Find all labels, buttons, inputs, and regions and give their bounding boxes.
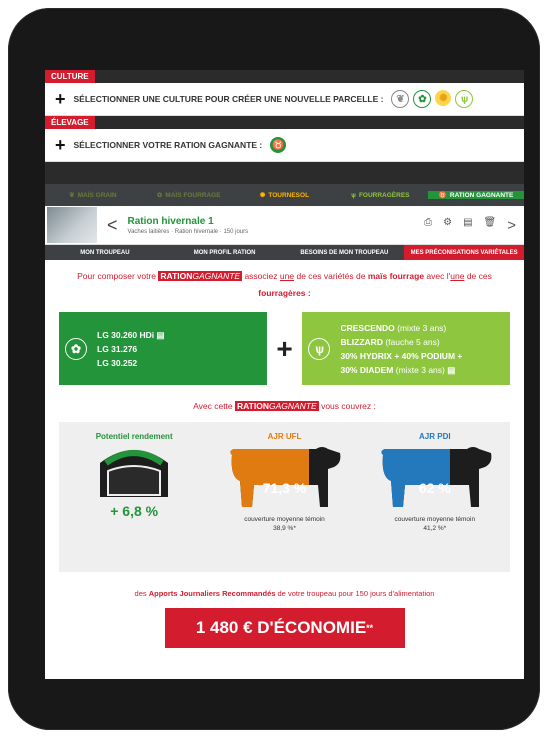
pdi-caption: couverture moyenne témoin 41,2 %* <box>394 516 476 532</box>
plant-icon[interactable]: ✿ <box>413 90 432 108</box>
plus-icon: + <box>276 332 293 364</box>
subtab-mon-troupeau[interactable]: MON TROUPEAU <box>45 245 165 260</box>
culture-tag: CULTURE <box>45 70 95 83</box>
fourrageres-card: ѱ CRESCENDO (mixte 3 ans) BLIZZARD (fauc… <box>302 312 511 385</box>
tab-mais-grain[interactable]: ❦ MAÏS GRAIN <box>45 191 141 200</box>
tab-mais-fourrage[interactable]: ✿ MAÏS FOURRAGE <box>141 191 237 200</box>
pdi-title: AJR PDI <box>419 432 451 441</box>
ration-subtabs: MON TROUPEAU MON PROFIL RATION BESOINS D… <box>45 245 524 260</box>
ufl-title: AJR UFL <box>267 432 302 441</box>
fourragere-item[interactable]: BLIZZARD (fauche 5 ans) <box>340 335 462 349</box>
variety-item[interactable]: LG 31.276 <box>97 342 165 356</box>
subtab-besoins[interactable]: BESOINS DE MON TROUPEAU <box>285 245 405 260</box>
rendement-stat: Potentiel rendement + 6,8 % <box>59 422 209 572</box>
ration-header: < Ration hivernale 1 Vaches laitières · … <box>45 206 524 245</box>
subtab-profil-ration[interactable]: MON PROFIL RATION <box>165 245 285 260</box>
culture-select-row[interactable]: + SÉLECTIONNER UNE CULTURE POUR CRÉER UN… <box>45 83 524 116</box>
leaf-icon: ❦ <box>69 192 75 199</box>
app-screen: CULTURE + SÉLECTIONNER UNE CULTURE POUR … <box>45 70 524 679</box>
document-icon[interactable]: ▤ <box>157 330 165 340</box>
economy-banner[interactable]: 1 480 € D'ÉCONOMIE ** <box>164 608 405 648</box>
document-icon[interactable]: ▤ <box>447 365 455 375</box>
ufl-stat: AJR UFL 71,3 % couverture moyenne témoin… <box>209 422 359 572</box>
ration-title: Ration hivernale 1 <box>127 215 214 227</box>
next-ration-arrow[interactable]: > <box>507 217 516 234</box>
ration-gagnante-badge: RATIONGAGNANTE <box>158 271 243 281</box>
previous-ration-arrow[interactable]: < <box>107 215 118 236</box>
variety-item[interactable]: LG 30.252 <box>97 356 165 370</box>
cow-pdi-graphic <box>381 447 492 507</box>
fourragere-item[interactable]: CRESCENDO (mixte 3 ans) <box>340 321 462 335</box>
leaf-icon[interactable]: ❦ <box>391 90 410 108</box>
mais-fourrage-card: ✿ LG 30.260 HDi ▤ LG 31.276 LG 30.252 <box>59 312 267 385</box>
cow-icon[interactable]: ♉ <box>270 137 287 153</box>
rendement-value: + 6,8 % <box>110 503 159 519</box>
ufl-caption: couverture moyenne témoin 38,9 %* <box>244 516 325 532</box>
add-culture-icon[interactable]: + <box>55 90 66 108</box>
tab-fourrageres[interactable]: ѱ FOURRAGÈRES <box>332 192 428 199</box>
trash-icon[interactable]: 🗑 <box>484 217 497 234</box>
elevage-section-bar: ÉLEVAGE <box>45 116 524 129</box>
plant-icon: ✿ <box>65 337 87 360</box>
variety-item[interactable]: LG 30.260 HDi ▤ <box>97 328 165 342</box>
tab-tournesol[interactable]: ✺ TOURNESOL <box>237 191 333 200</box>
elevage-select-row[interactable]: + SÉLECTIONNER VOTRE RATION GAGNANTE : ♉ <box>45 129 524 162</box>
sunflower-icon: ✺ <box>259 192 266 199</box>
culture-tabs: ❦ MAÏS GRAIN ✿ MAÏS FOURRAGE ✺ TOURNESOL ѱF… <box>45 184 524 206</box>
rendement-title: Potentiel rendement <box>95 432 173 441</box>
fourragere-item[interactable]: 30% HYDRIX + 40% PODIUM + <box>340 349 462 363</box>
print-icon[interactable]: ⎙ <box>424 217 432 234</box>
grass-icon: ѱ <box>308 337 331 360</box>
silo-icon <box>100 450 169 497</box>
grass-icon[interactable]: ѱ <box>455 90 474 108</box>
coverage-line: Avec cette RATIONGAGNANTE vous couvrez : <box>193 401 376 411</box>
stats-panel: Potentiel rendement + 6,8 % AJR UFL 71,3… <box>59 422 510 572</box>
intro-text: Pour composer votre RATIONGAGNANTE assoc… <box>77 271 492 298</box>
apports-text: des Apports Journaliers Recommandés de v… <box>134 589 435 598</box>
culture-prompt: SÉLECTIONNER UNE CULTURE POUR CRÉER UNE … <box>73 94 384 104</box>
culture-section-bar: CULTURE <box>45 70 524 83</box>
subtab-preconisations[interactable]: MES PRÉCONISATIONS VARIÉTALES <box>404 245 524 260</box>
add-ration-icon[interactable]: + <box>55 136 66 154</box>
crop-icons: ❦ ✿ ✺ ѱ <box>391 90 474 108</box>
separator-2 <box>45 162 524 184</box>
variety-cards: ✿ LG 30.260 HDi ▤ LG 31.276 LG 30.252 + … <box>45 312 524 385</box>
document-icon[interactable]: ▤ <box>463 217 472 234</box>
ufl-value: 71,3 % <box>262 480 307 496</box>
pdi-stat: AJR PDI 62 % couverture moyenne témoin 41… <box>360 422 510 572</box>
ration-subtitle: Vaches laitières · Ration hivernale · 15… <box>127 228 249 235</box>
herd-photo <box>47 207 97 243</box>
pdi-value: 62 % <box>418 480 451 496</box>
grass-icon: ѱ <box>351 191 356 199</box>
tab-ration-gagnante[interactable]: ♉ RATION GAGNANTE <box>428 191 524 199</box>
fourragere-item[interactable]: 30% DIADEM (mixte 3 ans) ▤ <box>340 363 462 377</box>
ration-tools: ⎙ ⚙ ▤ 🗑 > <box>424 217 516 234</box>
cow-icon: ♉ <box>438 192 447 199</box>
elevage-prompt: SÉLECTIONNER VOTRE RATION GAGNANTE : <box>73 140 263 150</box>
sunflower-icon[interactable]: ✺ <box>435 90 452 106</box>
plant-icon: ✿ <box>156 192 163 199</box>
ration-gagnante-badge: RATIONGAGNANTE <box>235 401 319 411</box>
elevage-tag: ÉLEVAGE <box>45 116 95 129</box>
settings-icon[interactable]: ⚙ <box>443 217 452 234</box>
cow-ufl-graphic <box>230 447 341 507</box>
